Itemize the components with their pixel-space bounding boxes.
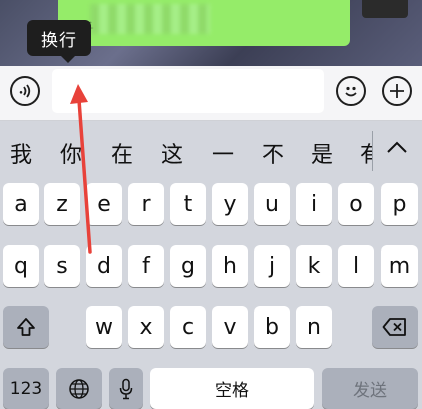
microphone-key[interactable]	[109, 368, 143, 409]
key-w[interactable]: w	[86, 306, 122, 348]
key-k[interactable]: k	[296, 245, 332, 287]
key-label: h	[223, 253, 237, 279]
numbers-key[interactable]: 123	[3, 368, 49, 409]
emoji-icon-glyph	[345, 86, 357, 97]
key-label: e	[97, 191, 111, 217]
key-j[interactable]: j	[254, 245, 290, 287]
avatar[interactable]	[362, 0, 408, 18]
shift-icon	[17, 318, 35, 336]
message-input[interactable]	[52, 69, 324, 113]
key-label: w	[95, 314, 113, 340]
candidate-3[interactable]: 这	[161, 137, 183, 169]
send-key[interactable]: 发送	[322, 368, 418, 409]
key-g[interactable]: g	[170, 245, 206, 287]
key-label: o	[349, 191, 363, 217]
send-key-label: 发送	[353, 381, 387, 401]
input-bar	[0, 66, 422, 121]
blurred-message-content	[90, 4, 210, 34]
key-b[interactable]: b	[254, 306, 290, 348]
key-label: v	[223, 314, 237, 340]
key-s[interactable]: s	[44, 245, 80, 287]
key-l[interactable]: l	[338, 245, 374, 287]
candidate-2[interactable]: 在	[111, 137, 133, 169]
numbers-key-label: 123	[9, 378, 43, 399]
key-o[interactable]: o	[338, 183, 374, 225]
key-label: q	[14, 253, 28, 279]
voice-icon-glyph	[19, 84, 31, 98]
key-label: i	[310, 191, 318, 217]
key-z[interactable]: z	[44, 183, 80, 225]
tooltip-label: 换行	[41, 30, 77, 51]
key-n[interactable]: n	[296, 306, 332, 348]
key-label: a	[14, 191, 28, 217]
key-label: s	[56, 253, 68, 279]
key-label: u	[265, 191, 279, 217]
key-c[interactable]: c	[170, 306, 206, 348]
key-f[interactable]: f	[128, 245, 164, 287]
key-r[interactable]: r	[128, 183, 164, 225]
chevron-up-glyph	[387, 141, 407, 153]
key-i[interactable]: i	[296, 183, 332, 225]
plus-icon[interactable]	[382, 76, 412, 106]
key-q[interactable]: q	[3, 245, 39, 287]
emoji-icon[interactable]	[336, 76, 366, 106]
candidate-6[interactable]: 是	[311, 137, 333, 169]
candidate-bar: 我 你 在 这 一 不 是 有	[0, 121, 422, 179]
candidate-7[interactable]: 有	[360, 137, 372, 169]
key-d[interactable]: d	[86, 245, 122, 287]
newline-tooltip[interactable]: 换行	[27, 20, 91, 63]
microphone-icon	[119, 378, 133, 399]
key-a[interactable]: a	[3, 183, 39, 225]
candidate-0[interactable]: 我	[10, 137, 32, 169]
key-label: z	[56, 191, 68, 217]
key-y[interactable]: y	[212, 183, 248, 225]
key-label: n	[307, 314, 321, 340]
key-p[interactable]: p	[381, 183, 418, 225]
key-t[interactable]: t	[170, 183, 206, 225]
candidate-1[interactable]: 你	[60, 137, 82, 169]
shift-key[interactable]	[3, 306, 49, 348]
key-m[interactable]: m	[381, 245, 418, 287]
backspace-icon	[382, 318, 406, 336]
delete-key[interactable]	[372, 306, 418, 348]
key-h[interactable]: h	[212, 245, 248, 287]
plus-icon-glyph	[390, 84, 404, 98]
key-label: t	[183, 191, 193, 217]
key-label: r	[141, 191, 151, 217]
candidate-divider	[372, 131, 373, 171]
key-v[interactable]: v	[212, 306, 248, 348]
key-label: b	[265, 314, 279, 340]
key-label: f	[142, 253, 150, 279]
key-label: p	[392, 191, 407, 217]
key-label: y	[223, 191, 237, 217]
key-label: l	[352, 253, 360, 279]
space-key[interactable]: 空格	[150, 368, 314, 409]
key-label: c	[181, 314, 195, 340]
space-key-label: 空格	[215, 381, 249, 401]
chevron-up-icon[interactable]	[386, 135, 408, 159]
key-label: j	[268, 253, 276, 279]
globe-key[interactable]	[56, 368, 102, 409]
globe-icon	[69, 378, 89, 399]
key-x[interactable]: x	[128, 306, 164, 348]
key-label: d	[97, 253, 111, 279]
candidate-5[interactable]: 不	[262, 137, 284, 169]
key-label: g	[181, 253, 195, 279]
key-label: k	[307, 253, 321, 279]
key-u[interactable]: u	[254, 183, 290, 225]
key-label: m	[388, 253, 411, 279]
candidate-4[interactable]: 一	[212, 137, 234, 169]
voice-icon[interactable]	[10, 76, 40, 106]
key-e[interactable]: e	[86, 183, 122, 225]
key-label: x	[139, 314, 153, 340]
